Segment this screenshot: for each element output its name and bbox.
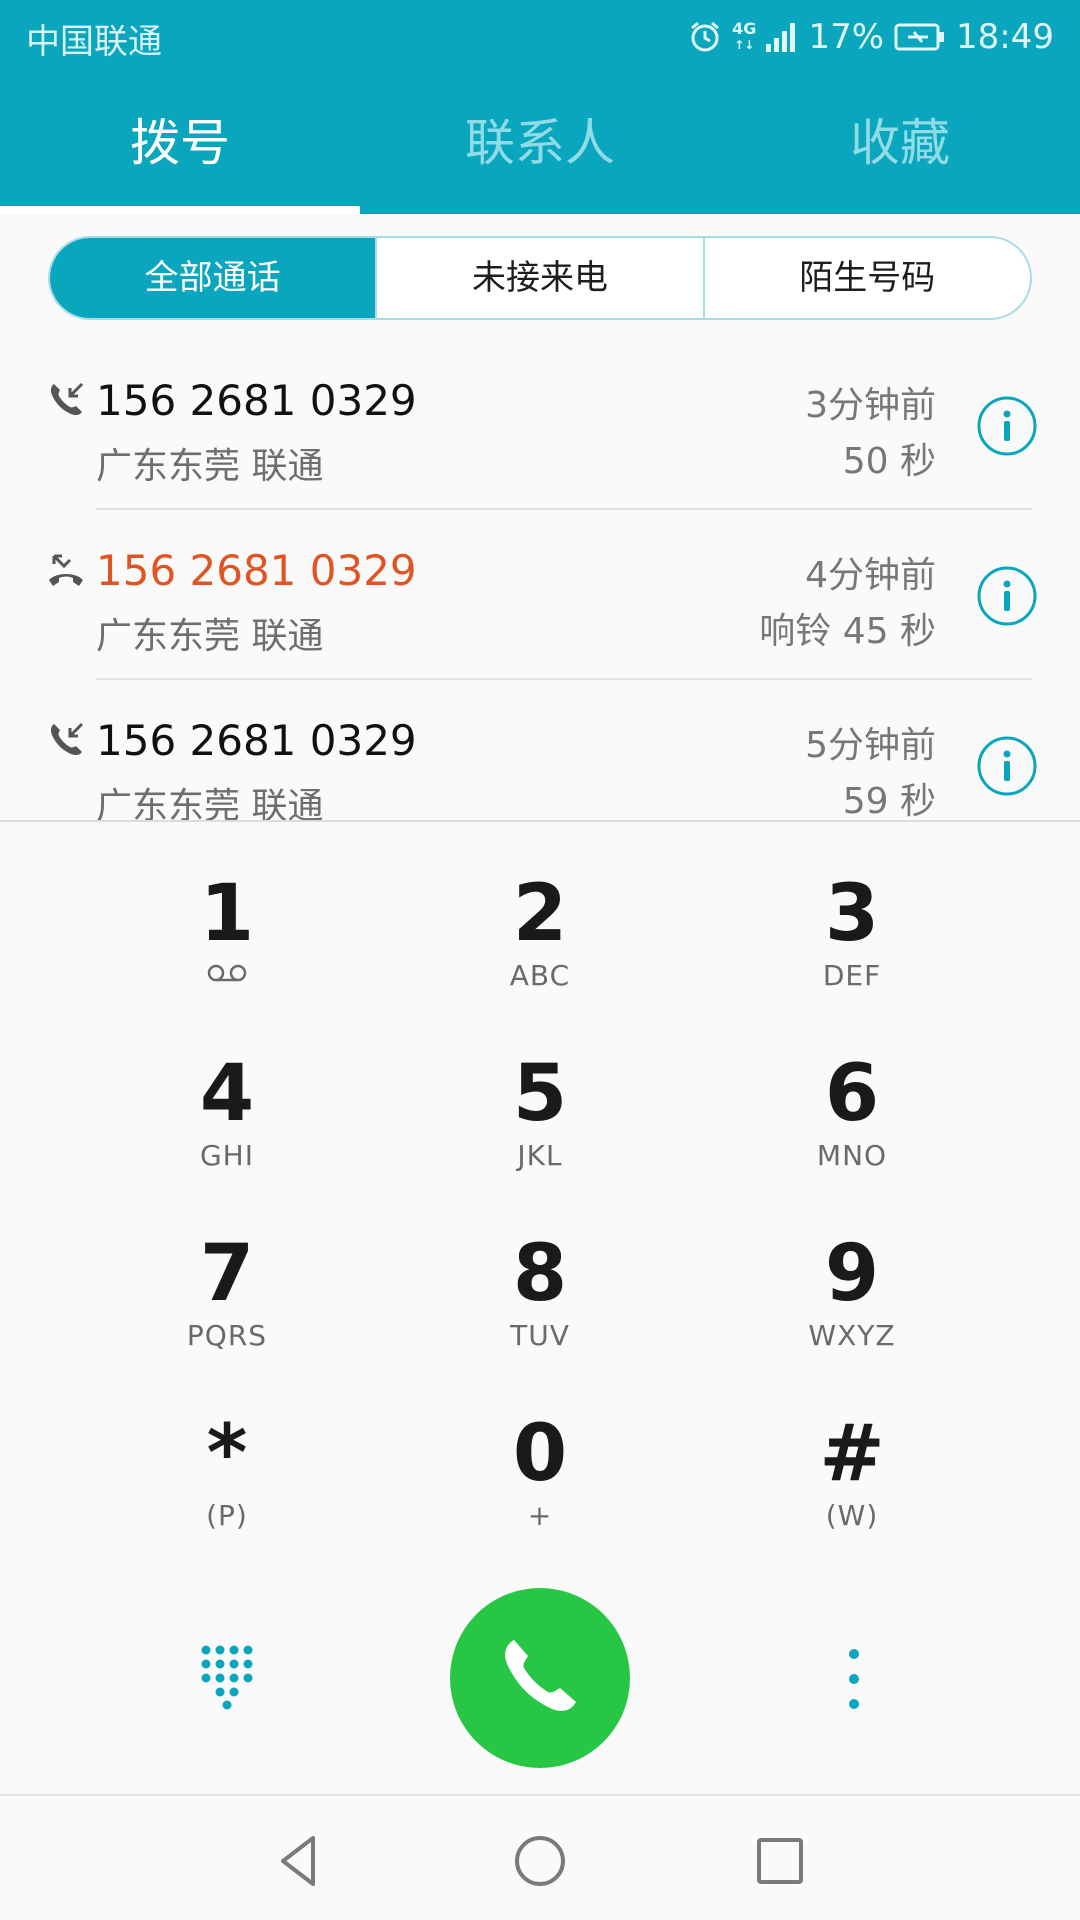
key-4[interactable]: 4 GHI xyxy=(97,1002,357,1182)
phone-icon xyxy=(496,1632,584,1724)
tab-dial[interactable]: 拨号 xyxy=(0,86,360,214)
carrier-name: 中国联通 xyxy=(26,22,162,62)
call-number: 156 2681 0329 xyxy=(96,546,417,595)
call-location: 广东东莞 联通 xyxy=(96,786,324,820)
missed-call-icon xyxy=(46,550,86,590)
info-icon[interactable] xyxy=(976,395,1038,457)
call-log-row[interactable]: 156 2681 0329 广东东莞 联通 5分钟前 59 秒 xyxy=(0,680,1080,820)
back-icon[interactable] xyxy=(265,1826,335,1896)
key-5[interactable]: 5 JKL xyxy=(410,1002,670,1182)
key-letters: ABC xyxy=(509,959,571,992)
status-bar: 中国联通 4G ↑↓ 17% 18:49 xyxy=(0,0,1080,76)
alarm-icon xyxy=(688,20,722,54)
tab-indicator xyxy=(0,206,360,214)
dialpad: 1 2 ABC 3 DEF 4 GHI 5 JKL 6 MNO 7 PQRS 8… xyxy=(0,822,1080,1542)
key-letters: + xyxy=(527,1499,553,1532)
key-8[interactable]: 8 TUV xyxy=(410,1182,670,1362)
key-2[interactable]: 2 ABC xyxy=(410,822,670,1002)
key-letters: PQRS xyxy=(186,1319,268,1352)
clock: 18:49 xyxy=(956,17,1054,57)
call-location: 广东东莞 联通 xyxy=(96,616,324,657)
key-digit: 9 xyxy=(824,1229,880,1319)
call-number: 156 2681 0329 xyxy=(96,376,417,425)
key-digit: # xyxy=(819,1409,885,1499)
key-digit: 5 xyxy=(512,1049,568,1139)
filter-unknown-numbers[interactable]: 陌生号码 xyxy=(702,238,1030,318)
key-star[interactable]: * (P) xyxy=(97,1362,357,1542)
status-icons: 4G ↑↓ 17% 18:49 xyxy=(688,12,1054,62)
network-type-icon: 4G ↑↓ xyxy=(732,19,757,53)
call-log-row[interactable]: 156 2681 0329 广东东莞 联通 4分钟前 响铃 45 秒 xyxy=(0,510,1080,680)
key-letters: (W) xyxy=(825,1499,879,1532)
incoming-call-icon xyxy=(46,380,86,420)
header: 中国联通 4G ↑↓ 17% 18:49 拨号 联系人 收藏 xyxy=(0,0,1080,214)
key-7[interactable]: 7 PQRS xyxy=(97,1182,357,1362)
key-letters: GHI xyxy=(199,1139,254,1172)
navigation-bar xyxy=(0,1794,1080,1920)
call-time: 5分钟前 xyxy=(805,725,936,766)
info-icon[interactable] xyxy=(976,565,1038,627)
key-0[interactable]: 0 + xyxy=(410,1362,670,1542)
key-hash[interactable]: # (W) xyxy=(722,1362,982,1542)
voicemail-icon xyxy=(97,960,357,992)
call-button[interactable] xyxy=(450,1588,630,1768)
more-vertical-icon[interactable] xyxy=(838,1646,870,1712)
key-1[interactable]: 1 xyxy=(97,822,357,1002)
info-icon[interactable] xyxy=(976,735,1038,797)
battery-charging-icon xyxy=(894,22,946,52)
call-number: 156 2681 0329 xyxy=(96,716,417,765)
key-digit: 7 xyxy=(199,1229,255,1319)
key-letters: DEF xyxy=(822,959,882,992)
key-digit: 6 xyxy=(824,1049,880,1139)
incoming-call-icon xyxy=(46,720,86,760)
call-time: 3分钟前 xyxy=(805,385,936,426)
key-digit: 4 xyxy=(199,1049,255,1139)
call-log: 156 2681 0329 广东东莞 联通 3分钟前 50 秒 156 2681… xyxy=(0,340,1080,820)
key-digit: * xyxy=(206,1409,248,1499)
key-letters: JKL xyxy=(517,1139,563,1172)
key-digit: 3 xyxy=(824,869,880,959)
filter-all-calls[interactable]: 全部通话 xyxy=(50,238,376,318)
key-letters: WXYZ xyxy=(808,1319,896,1352)
signal-icon xyxy=(764,20,798,54)
main-tabs: 拨号 联系人 收藏 xyxy=(0,86,1080,214)
recents-icon[interactable] xyxy=(745,1826,815,1896)
call-time: 4分钟前 xyxy=(805,555,936,596)
key-digit: 0 xyxy=(512,1409,568,1499)
key-digit: 2 xyxy=(512,869,568,959)
key-6[interactable]: 6 MNO xyxy=(722,1002,982,1182)
key-3[interactable]: 3 DEF xyxy=(722,822,982,1002)
call-filter: 全部通话 未接来电 陌生号码 xyxy=(48,236,1032,320)
key-digit: 8 xyxy=(512,1229,568,1319)
tab-favorites[interactable]: 收藏 xyxy=(720,86,1080,214)
call-log-row[interactable]: 156 2681 0329 广东东莞 联通 3分钟前 50 秒 xyxy=(0,340,1080,510)
key-9[interactable]: 9 WXYZ xyxy=(722,1182,982,1362)
key-letters: TUV xyxy=(510,1319,570,1352)
dialpad-grid-icon[interactable] xyxy=(198,1644,254,1710)
call-duration: 50 秒 xyxy=(842,441,936,482)
call-location: 广东东莞 联通 xyxy=(96,446,324,487)
home-icon[interactable] xyxy=(505,1826,575,1896)
call-duration: 响铃 45 秒 xyxy=(759,611,936,652)
filter-missed-calls[interactable]: 未接来电 xyxy=(375,238,702,318)
key-letters: (P) xyxy=(206,1499,248,1532)
call-duration: 59 秒 xyxy=(842,781,936,820)
dialer-actions xyxy=(0,1580,1080,1780)
network-type-label: 4G xyxy=(732,19,757,38)
battery-percent: 17% xyxy=(808,17,885,57)
key-letters: MNO xyxy=(816,1139,888,1172)
key-digit: 1 xyxy=(199,869,255,959)
tab-contacts[interactable]: 联系人 xyxy=(360,86,720,214)
